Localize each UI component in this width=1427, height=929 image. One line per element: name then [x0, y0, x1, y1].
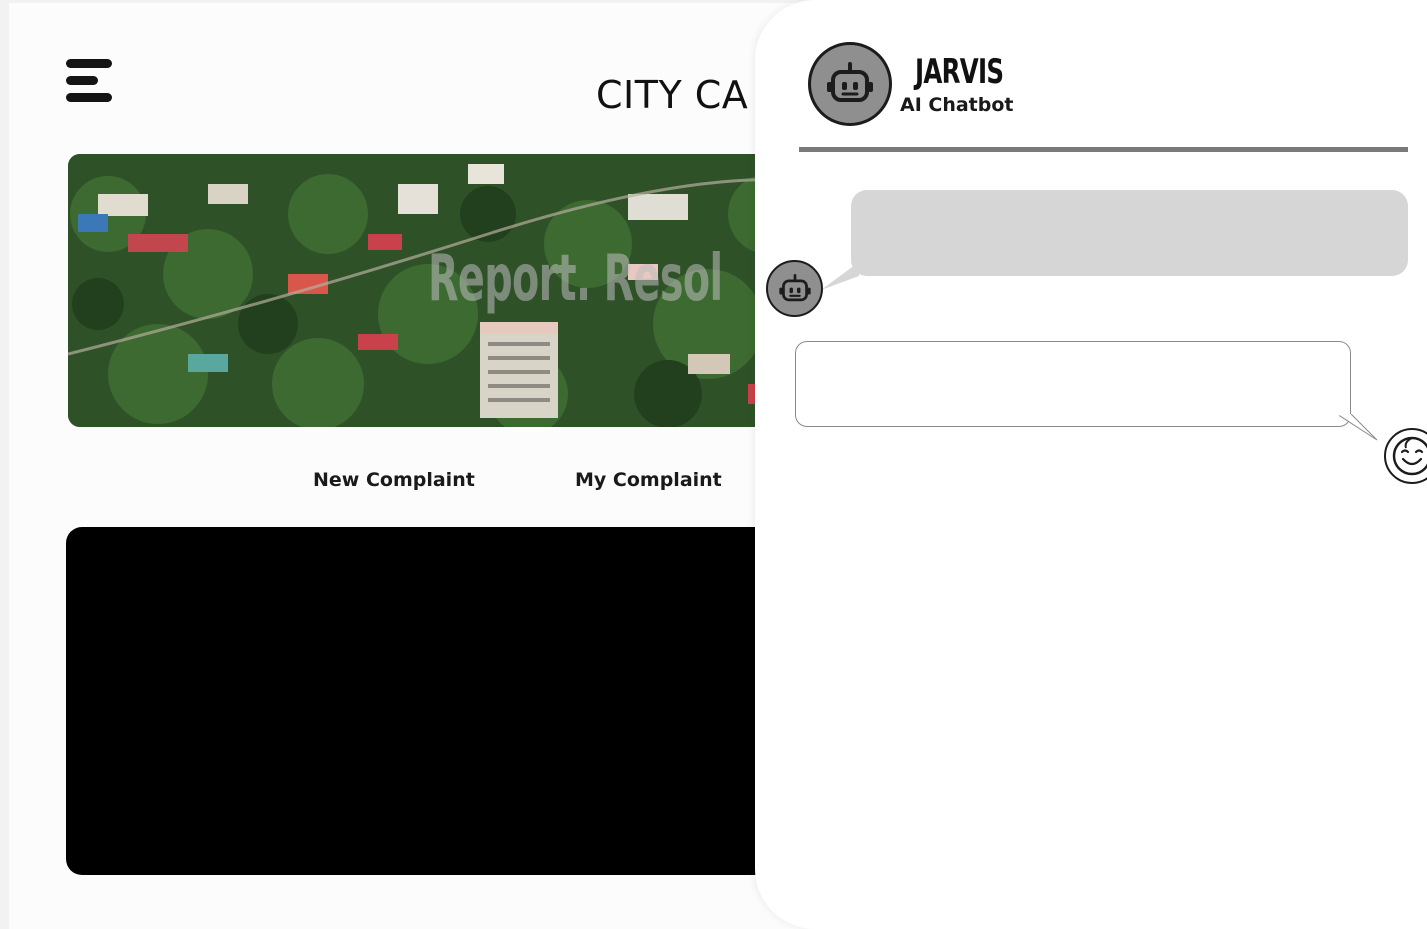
robot-icon	[766, 260, 823, 317]
user-bubble-tail	[1337, 414, 1378, 441]
my-complaint-link[interactable]: My Complaint	[575, 469, 722, 491]
hero-tagline: Report. Resol	[428, 242, 723, 316]
bot-bubble-tail	[821, 262, 859, 290]
app-title: CITY CA	[596, 73, 749, 117]
hamburger-menu-icon[interactable]	[66, 58, 114, 104]
chatbot-panel: JARVIS AI Chatbot	[755, 0, 1427, 929]
new-complaint-link[interactable]: New Complaint	[313, 469, 475, 491]
chatbot-name: JARVIS	[915, 52, 1004, 92]
user-message-bubble	[795, 341, 1351, 427]
header-divider	[799, 147, 1408, 152]
chatbot-subtitle: AI Chatbot	[900, 94, 1014, 116]
smiley-face-icon	[1384, 428, 1427, 484]
robot-icon	[808, 42, 892, 126]
hero-banner: Report. Resol	[68, 154, 828, 427]
bot-message-bubble	[851, 190, 1408, 276]
video-player[interactable]	[66, 527, 846, 875]
